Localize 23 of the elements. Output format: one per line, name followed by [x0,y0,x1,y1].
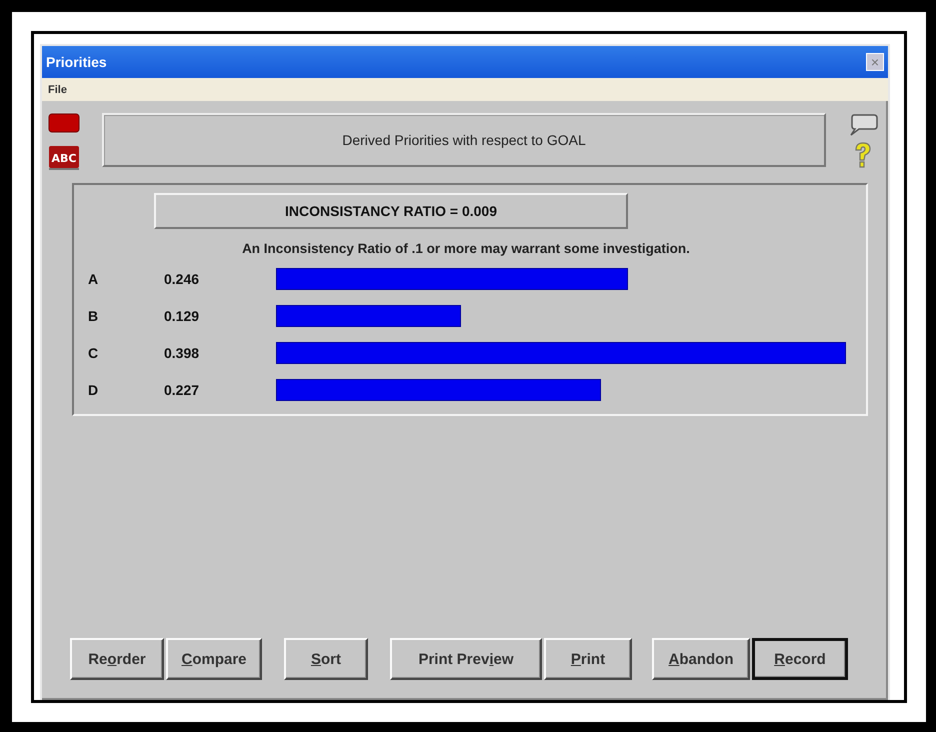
menu-item[interactable]: File [48,84,67,96]
speech-bubble-icon[interactable] [848,113,878,137]
priority-value: 0.246 [164,270,200,286]
priority-value: 0.129 [164,308,200,324]
action-button[interactable]: Record [752,638,848,680]
action-button[interactable]: Print [544,638,632,680]
priority-name: B [87,308,100,324]
action-button[interactable]: Reorder [70,638,164,680]
header-title: Derived Priorities with respect to GOAL [102,113,826,167]
abc-icon[interactable]: ABC [48,145,80,171]
tile-icon[interactable] [48,113,80,133]
priority-name: C [87,344,100,360]
priority-name: D [87,382,100,398]
window-title: Priorities [46,54,107,70]
priority-value: 0.398 [164,344,200,360]
action-button[interactable]: Compare [166,638,262,680]
priority-value: 0.227 [164,382,200,398]
ratio-label: INCONSISTANCY RATIO = 0.009 [154,193,628,229]
note-text: An Inconsistency Ratio of .1 or more may warrant some investigation. [241,241,691,256]
action-button[interactable]: Print Preview [390,638,542,680]
priority-name: A [87,270,100,286]
action-button[interactable]: Abandon [652,638,750,680]
action-button[interactable]: Sort [284,638,368,680]
